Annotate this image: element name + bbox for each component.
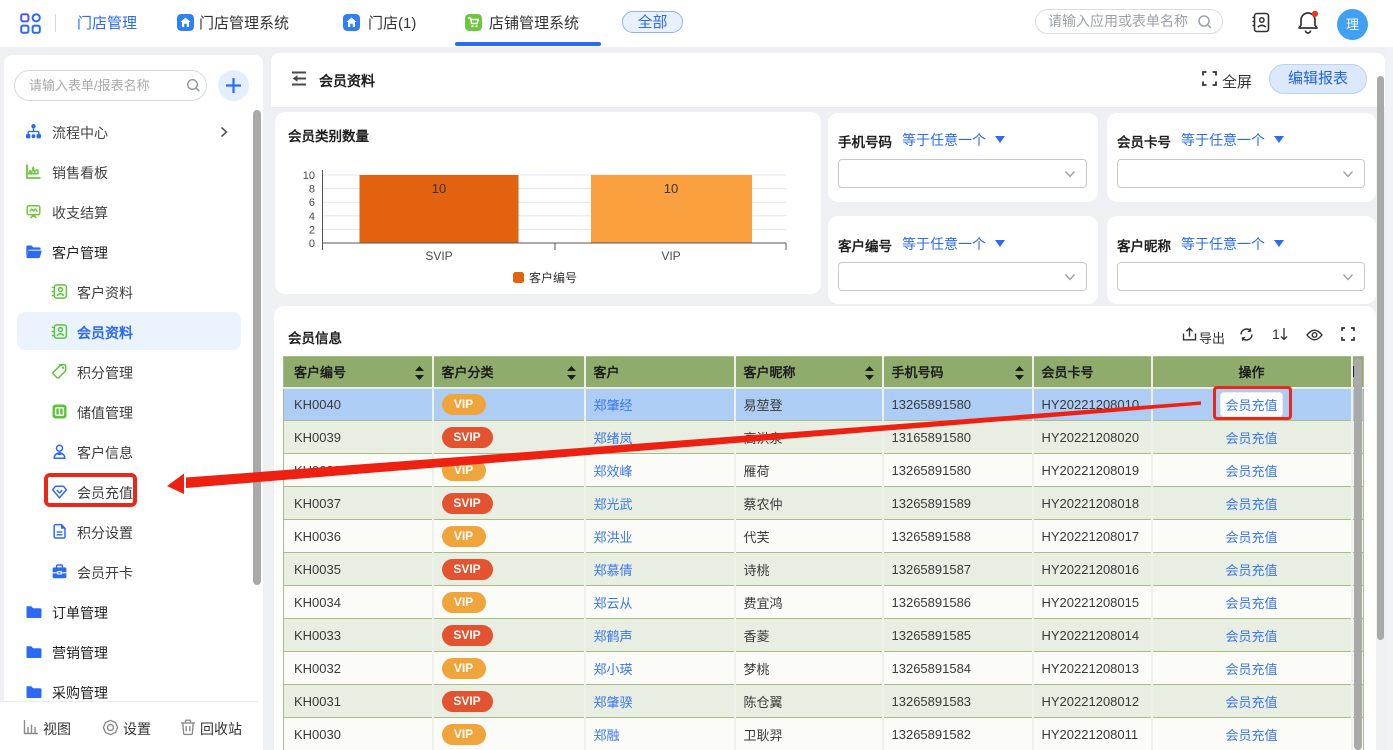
svg-text:0: 0 — [309, 238, 315, 250]
svg-text:10: 10 — [303, 170, 315, 182]
svg-text:2: 2 — [309, 224, 315, 236]
svg-text:6: 6 — [309, 197, 315, 209]
svg-text:10: 10 — [432, 181, 446, 196]
svg-text:VIP: VIP — [661, 249, 680, 263]
svg-text:SVIP: SVIP — [425, 249, 452, 263]
svg-text:客户编号: 客户编号 — [529, 270, 577, 285]
svg-text:10: 10 — [664, 181, 678, 196]
svg-text:8: 8 — [309, 184, 315, 196]
svg-text:4: 4 — [309, 211, 315, 223]
